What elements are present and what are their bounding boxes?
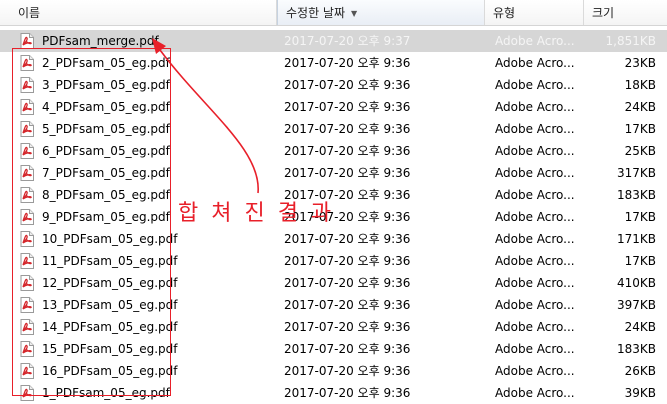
file-size: 26KB xyxy=(624,364,656,378)
column-header-name-label: 이름 xyxy=(18,6,41,20)
file-size: 410KB xyxy=(616,276,656,290)
column-header-size-label: 크기 xyxy=(592,6,615,20)
file-type: Adobe Acro... xyxy=(495,166,575,180)
column-header-type-label: 유형 xyxy=(493,6,516,20)
file-type: Adobe Acro... xyxy=(495,210,575,224)
file-type: Adobe Acro... xyxy=(495,320,575,334)
file-size: 183KB xyxy=(616,342,656,356)
file-type: Adobe Acro... xyxy=(495,78,575,92)
file-date: 2017-07-20 오후 9:36 xyxy=(284,232,411,246)
file-date: 2017-07-20 오후 9:36 xyxy=(284,56,411,70)
annotation-highlight-box xyxy=(12,48,171,396)
file-date: 2017-07-20 오후 9:36 xyxy=(284,122,411,136)
file-size: 171KB xyxy=(616,232,656,246)
file-type: Adobe Acro... xyxy=(495,34,575,48)
column-header-type[interactable]: 유형 xyxy=(485,0,584,25)
column-header-size[interactable]: 크기 xyxy=(584,0,667,25)
file-size: 23KB xyxy=(624,56,656,70)
file-type: Adobe Acro... xyxy=(495,364,575,378)
file-type: Adobe Acro... xyxy=(495,232,575,246)
file-date: 2017-07-20 오후 9:36 xyxy=(284,342,411,356)
file-size: 17KB xyxy=(624,210,656,224)
file-type: Adobe Acro... xyxy=(495,342,575,356)
file-type: Adobe Acro... xyxy=(495,298,575,312)
file-date: 2017-07-20 오후 9:36 xyxy=(284,298,411,312)
file-size: 18KB xyxy=(624,78,656,92)
file-type: Adobe Acro... xyxy=(495,276,575,290)
file-date: 2017-07-20 오후 9:36 xyxy=(284,386,411,400)
file-size: 24KB xyxy=(624,100,656,114)
column-header-bar: 이름 수정한 날짜 ▼ 유형 크기 xyxy=(0,0,667,26)
column-header-date-label: 수정한 날짜 xyxy=(286,6,346,20)
file-size: 1,851KB xyxy=(605,34,656,48)
pdf-file-icon xyxy=(20,33,34,49)
file-date: 2017-07-20 오후 9:36 xyxy=(284,254,411,268)
file-size: 397KB xyxy=(616,298,656,312)
file-date: 2017-07-20 오후 9:36 xyxy=(284,320,411,334)
file-type: Adobe Acro... xyxy=(495,56,575,70)
file-size: 25KB xyxy=(624,144,656,158)
file-date: 2017-07-20 오후 9:36 xyxy=(284,78,411,92)
file-type: Adobe Acro... xyxy=(495,144,575,158)
sort-descending-icon: ▼ xyxy=(351,9,358,18)
file-size: 24KB xyxy=(624,320,656,334)
file-type: Adobe Acro... xyxy=(495,188,575,202)
file-date: 2017-07-20 오후 9:36 xyxy=(284,364,411,378)
file-size: 17KB xyxy=(624,122,656,136)
file-date: 2017-07-20 오후 9:36 xyxy=(284,144,411,158)
file-type: Adobe Acro... xyxy=(495,386,575,400)
file-size: 39KB xyxy=(624,386,656,400)
column-header-date[interactable]: 수정한 날짜 ▼ xyxy=(277,0,485,25)
file-type: Adobe Acro... xyxy=(495,122,575,136)
file-date: 2017-07-20 오후 9:37 xyxy=(284,34,411,48)
file-type: Adobe Acro... xyxy=(495,100,575,114)
file-date: 2017-07-20 오후 9:36 xyxy=(284,166,411,180)
file-type: Adobe Acro... xyxy=(495,254,575,268)
file-size: 183KB xyxy=(616,188,656,202)
column-header-name[interactable]: 이름 xyxy=(0,0,277,25)
file-size: 17KB xyxy=(624,254,656,268)
file-date: 2017-07-20 오후 9:36 xyxy=(284,276,411,290)
file-size: 317KB xyxy=(616,166,656,180)
file-date: 2017-07-20 오후 9:36 xyxy=(284,100,411,114)
annotation-text: 합 쳐 진 결 과 xyxy=(178,201,335,226)
